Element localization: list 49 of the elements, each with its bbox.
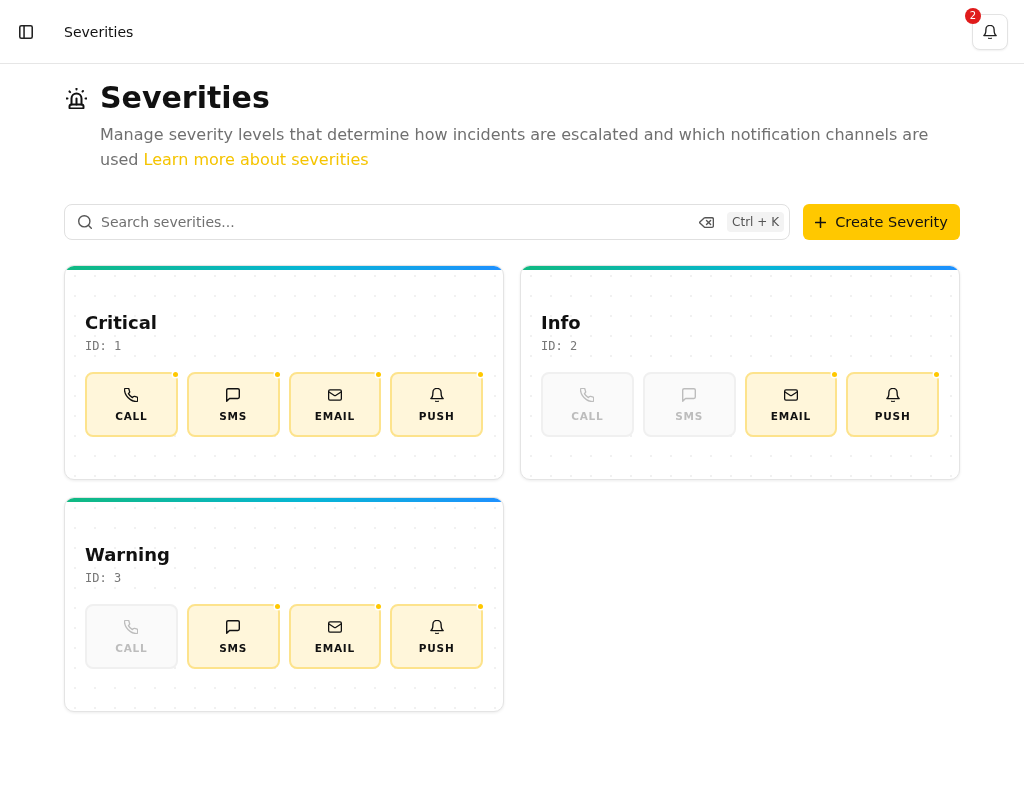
keyboard-shortcut: Ctrl + K	[727, 212, 784, 232]
severity-name: Critical	[85, 311, 159, 335]
page-description: Manage severity levels that determine how incidents are escalated and which notification channels are used Learn more about severities	[100, 124, 930, 171]
bell-icon	[983, 24, 997, 39]
envelope-icon	[327, 619, 342, 634]
severity-id: ID: 1	[85, 338, 123, 354]
phone-icon	[580, 387, 595, 402]
search-icon	[78, 215, 92, 229]
status-dot-icon	[478, 604, 483, 609]
severity-name: Warning	[85, 543, 171, 567]
plus-icon	[815, 216, 827, 228]
notifications-button[interactable]	[972, 13, 1008, 50]
notification-count: 2	[965, 7, 981, 24]
channel-toggle[interactable]: PUSH	[390, 372, 483, 437]
severity-name: Info	[541, 311, 582, 335]
create-severity-button[interactable]: Create Severity	[803, 204, 960, 240]
channel-toggle[interactable]: SMS	[186, 372, 280, 437]
chat-bubble-icon	[226, 619, 241, 634]
bell-icon	[429, 387, 444, 402]
channel-toggle[interactable]: PUSH	[390, 604, 483, 669]
status-dot-icon	[274, 372, 280, 377]
phone-icon	[124, 387, 139, 402]
status-dot-icon	[832, 372, 838, 377]
status-dot-icon	[934, 372, 939, 377]
channel-toggle[interactable]: EMAIL	[288, 604, 382, 669]
bell-icon	[429, 619, 444, 634]
page-title: Severities	[100, 80, 270, 116]
status-dot-icon	[172, 372, 178, 377]
channel-toggle[interactable]: EMAIL	[744, 372, 838, 437]
sidebar-toggle-icon[interactable]	[19, 24, 33, 39]
channel-toggle[interactable]: SMS	[186, 604, 280, 669]
status-dot-icon	[274, 604, 280, 609]
envelope-icon	[327, 387, 342, 402]
status-dot-icon	[376, 372, 382, 377]
channel-toggle[interactable]: CALL	[85, 372, 178, 437]
chat-bubble-icon	[682, 387, 697, 402]
severity-id: ID: 2	[541, 338, 579, 354]
clear-icon[interactable]	[699, 216, 715, 228]
channel-toggle[interactable]: PUSH	[846, 372, 939, 437]
channel-toggle[interactable]: EMAIL	[288, 372, 382, 437]
envelope-icon	[783, 387, 798, 402]
phone-icon	[124, 619, 139, 634]
status-dot-icon	[376, 604, 382, 609]
siren-icon	[66, 87, 87, 109]
header-title: Severities	[64, 23, 134, 40]
chat-bubble-icon	[226, 387, 241, 402]
severity-id: ID: 3	[85, 570, 123, 586]
bell-icon	[885, 387, 900, 402]
status-dot-icon	[478, 372, 483, 377]
